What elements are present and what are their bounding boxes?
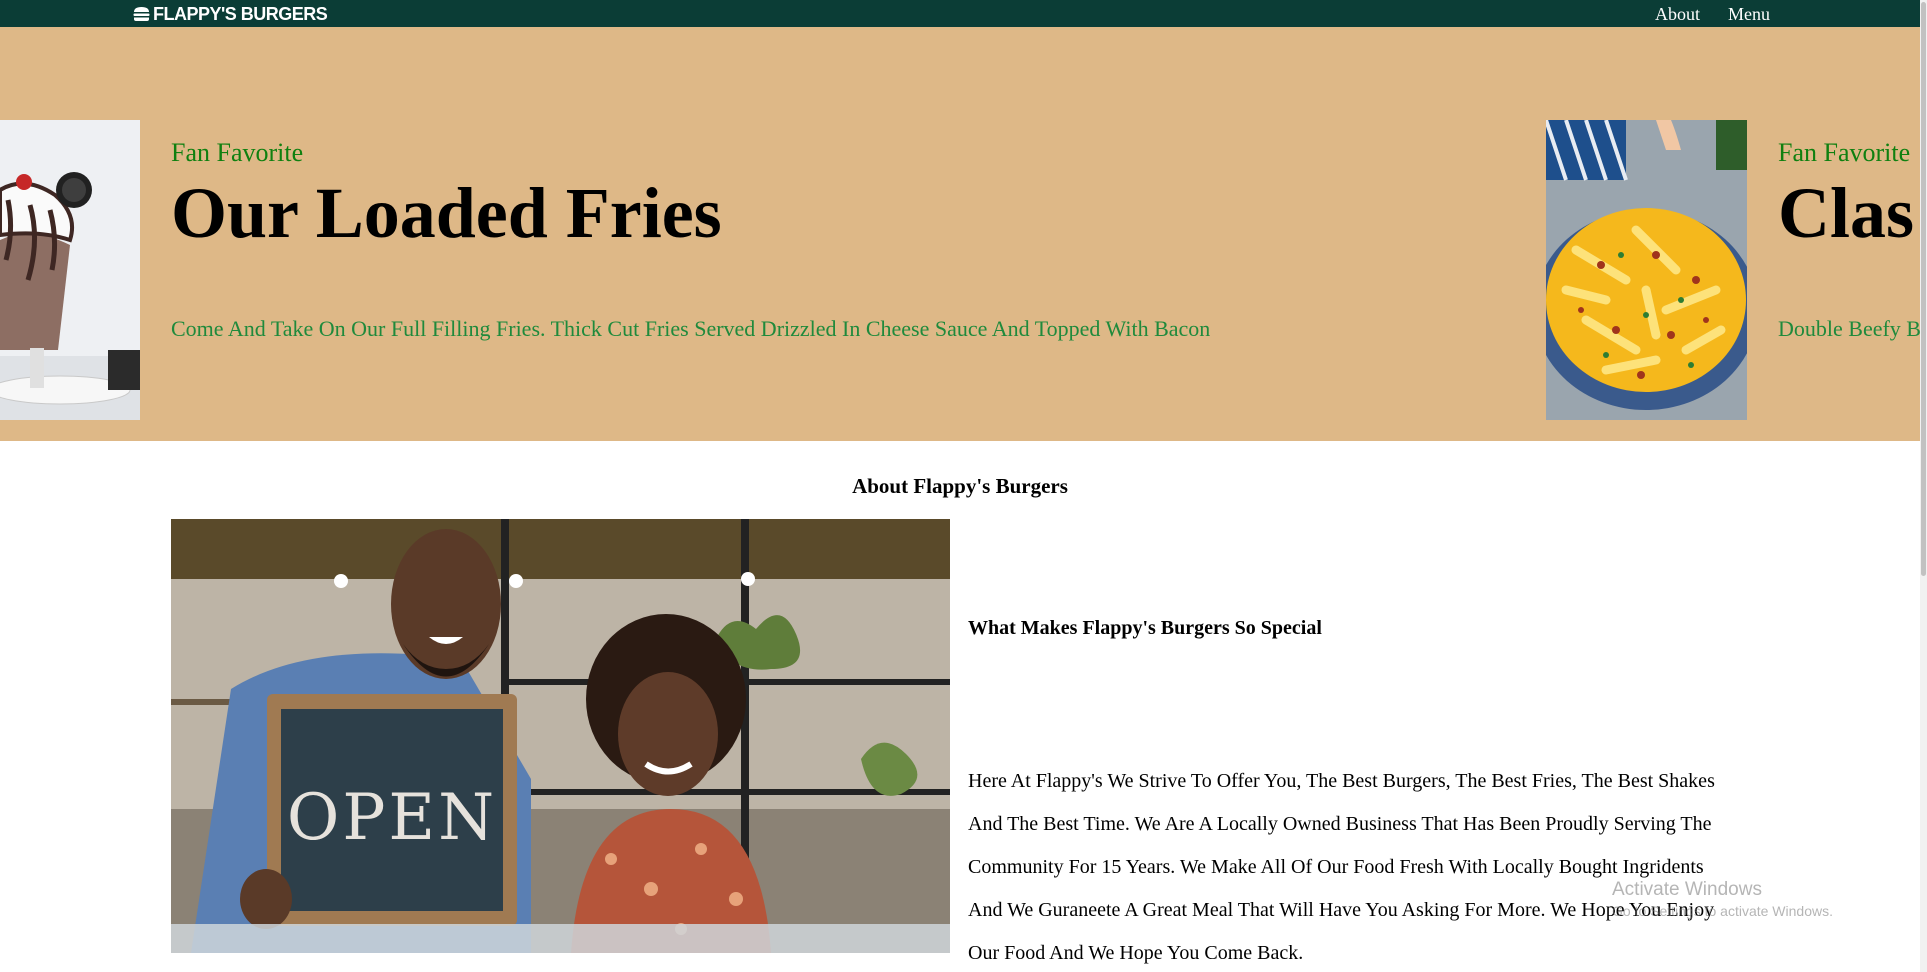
- about-body: Here At Flappy's We Strive To Offer You,…: [968, 770, 1715, 964]
- brand-name: FLAPPY'S BURGERS: [153, 3, 328, 24]
- navbar: FLAPPY'S BURGERS About Menu: [0, 0, 1927, 27]
- nav-link-about[interactable]: About: [1655, 4, 1700, 25]
- about-title: About Flappy's Burgers: [852, 474, 1068, 498]
- page-scrollbar[interactable]: [1920, 0, 1927, 972]
- brand-logo[interactable]: FLAPPY'S BURGERS: [133, 3, 328, 25]
- slide-description: Come And Take On Our Full Filling Fries.…: [171, 316, 1211, 341]
- slide-headline: Clas: [1778, 173, 1915, 253]
- activate-windows-watermark: Activate Windows Go to Settings to activ…: [1612, 879, 1833, 919]
- burger-icon: [133, 7, 150, 21]
- nav-link-menu[interactable]: Menu: [1728, 4, 1770, 25]
- scrollbar-thumb[interactable]: [1921, 2, 1926, 576]
- special-title: What Makes Flappy's Burgers So Special: [968, 617, 1322, 639]
- milkshake-photo: [0, 120, 140, 420]
- owners-open-sign-photo: OPEN: [171, 519, 950, 953]
- nav-links: About Menu: [1655, 4, 1770, 25]
- watermark-title: Activate Windows: [1612, 879, 1762, 900]
- slide-eyebrow: Fan Favorite: [1778, 138, 1911, 167]
- loaded-fries-photo: [1546, 120, 1747, 420]
- slide-headline: Our Loaded Fries: [171, 173, 722, 253]
- open-sign-text: OPEN: [287, 781, 497, 855]
- slide-description: Double Beefy B: [1778, 316, 1920, 341]
- hero-carousel: Fan Favorite Our Loaded Fries Come And T…: [0, 27, 1920, 441]
- watermark-subtitle: Go to Settings to activate Windows.: [1612, 903, 1833, 919]
- slide-eyebrow: Fan Favorite: [171, 138, 304, 167]
